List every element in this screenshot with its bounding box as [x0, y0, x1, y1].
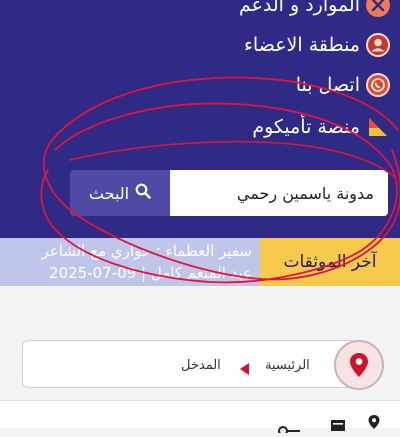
menu-item-label: الموارد و الدعم: [238, 0, 360, 16]
menu-item-members-area[interactable]: منطقة الاعضاء: [244, 28, 390, 62]
whatsapp-icon: [366, 73, 390, 97]
breadcrumb-current: المدخل: [181, 358, 221, 373]
menu-item-tamicom-platform[interactable]: منصة تأميكوم: [252, 110, 390, 144]
search-icon: [135, 183, 151, 203]
user-icon: [366, 33, 390, 57]
key-icon[interactable]: [278, 418, 302, 437]
flag-icon: [366, 115, 390, 139]
menu-item-label: منصة تأميكوم: [252, 115, 360, 138]
breadcrumb-arrow-icon: [240, 360, 250, 379]
menu-item-label: منطقة الاعضاء: [244, 33, 360, 56]
breadcrumb-home[interactable]: الرئيسية: [265, 358, 310, 373]
search-input[interactable]: [170, 170, 388, 216]
menu-item-contact-us[interactable]: اتصل بنا: [296, 68, 390, 102]
ticker-headline-line1[interactable]: سفير العظماء : حواري مع الشاعر: [41, 242, 252, 260]
menu-item-resources[interactable]: الموارد و الدعم: [239, 0, 390, 22]
close-x-icon: [366, 0, 390, 17]
ticker-label: آخر الموثقات: [260, 238, 400, 286]
location-pin-icon: [334, 340, 384, 390]
document-icon[interactable]: [330, 416, 346, 435]
menu-item-label: اتصل بنا: [295, 73, 360, 96]
location-icon[interactable]: [366, 414, 382, 434]
search-button-label: البحث: [88, 183, 130, 203]
search-button[interactable]: البحث: [70, 170, 170, 216]
ticker-headline-line2[interactable]: عبد المنعم كامل | 09-07-2025: [49, 264, 252, 282]
